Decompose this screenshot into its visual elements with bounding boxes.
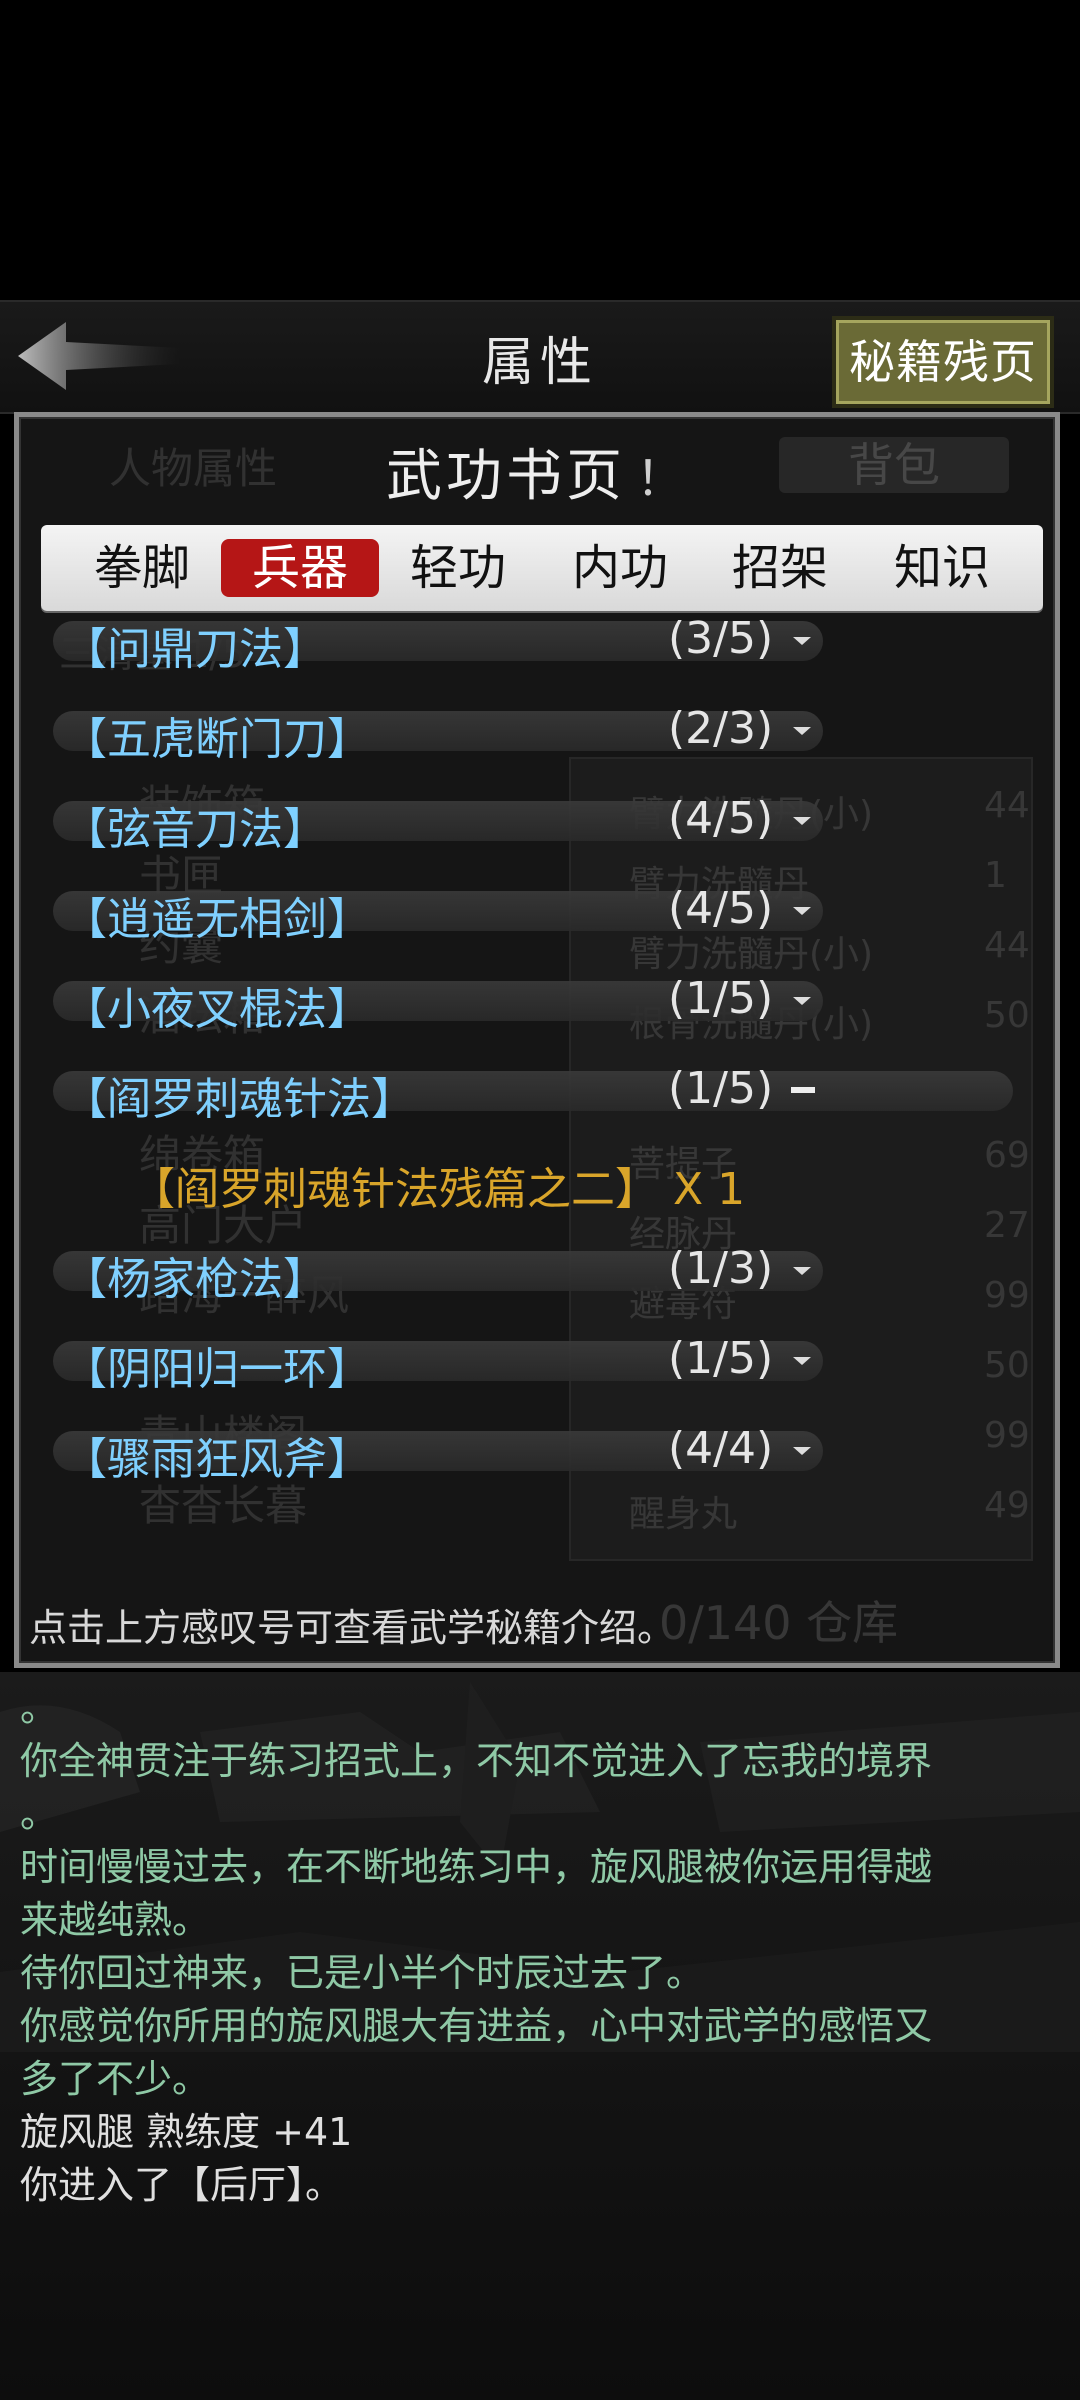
- tab-inner[interactable]: 内功: [541, 539, 699, 597]
- bg-inv-count: 27: [984, 1205, 1030, 1246]
- bg-inv-count: 69: [984, 1135, 1030, 1176]
- chevron-down-icon: [793, 727, 811, 735]
- log-line: 你进入了【后厅】。: [20, 2163, 344, 2207]
- entry-count: (1/5): [668, 1333, 774, 1384]
- log-line: 旋风腿 熟练度 +41: [20, 2110, 353, 2154]
- entry-name: 【五虎断门刀】: [63, 714, 371, 765]
- info-exclamation-icon[interactable]: ！: [636, 451, 688, 507]
- message-log[interactable]: 。 你全神贯注于练习招式上，不知不觉进入了忘我的境界 。 时间慢慢过去，在不断地…: [0, 1672, 1080, 2400]
- entry-count: (4/5): [668, 793, 774, 844]
- entry-name: 【小夜叉棍法】: [63, 984, 371, 1035]
- skill-entry[interactable]: 【阴阳归一环】 (1/5): [53, 1331, 1033, 1395]
- skill-entry[interactable]: 【小夜叉棍法】 (1/5): [53, 971, 1033, 1035]
- skill-pages-panel: 人物属性 背包 三清墓 1/5 装饰箱 书匣 约囊 酒坛箱 绵卷箱 高门大户 踏…: [14, 412, 1060, 1668]
- dialog-title: 武功书页！: [19, 431, 1055, 512]
- entry-count: (1/5): [668, 973, 774, 1024]
- entry-count: (1/3): [668, 1243, 774, 1294]
- log-line: 。: [20, 1792, 59, 1836]
- game-screen: 属性 秘籍残页 人物属性 背包 三清墓 1/5 装饰箱 书匣 约囊 酒坛箱 绵卷…: [0, 0, 1080, 2400]
- top-bar: 属性 秘籍残页: [0, 300, 1080, 414]
- entry-count: (1/5): [668, 1063, 774, 1114]
- bg-storage-count: 0/140 仓库: [659, 1596, 899, 1650]
- entry-count: (2/3): [668, 703, 774, 754]
- bg-inv-count: 49: [984, 1485, 1030, 1526]
- collapse-icon: [791, 1087, 815, 1093]
- bg-inv-name: 醒身丸: [629, 1494, 738, 1535]
- chevron-down-icon: [793, 1357, 811, 1365]
- log-line: 多了不少。: [20, 2057, 211, 2101]
- chevron-down-icon: [793, 997, 811, 1005]
- tab-lightness[interactable]: 轻功: [379, 539, 537, 597]
- dialog-title-text: 武功书页: [385, 444, 626, 509]
- category-tabs: 拳脚 兵器 轻功 内功 招架 知识: [41, 525, 1043, 611]
- entry-name: 【杨家枪法】: [63, 1254, 327, 1305]
- skill-entry[interactable]: 【杨家枪法】 (1/3): [53, 1241, 1033, 1305]
- fragment-entry[interactable]: 【阎罗刺魂针法残篇之二】 X 1: [131, 1153, 745, 1217]
- skill-entry[interactable]: 【逍遥无相剑】 (4/5): [53, 881, 1033, 945]
- log-lines: 。 你全神贯注于练习招式上，不知不觉进入了忘我的境界 。 时间慢慢过去，在不断地…: [20, 1682, 1065, 2212]
- tab-fist[interactable]: 拳脚: [63, 539, 221, 597]
- entry-count: (4/4): [668, 1423, 774, 1474]
- tab-knowledge[interactable]: 知识: [863, 539, 1021, 597]
- skill-entry-expanded[interactable]: 【阎罗刺魂针法】 (1/5): [53, 1061, 1033, 1125]
- chevron-down-icon: [793, 817, 811, 825]
- entry-name: 【弦音刀法】: [63, 804, 327, 855]
- entry-name: 【问鼎刀法】: [63, 624, 327, 675]
- secret-pages-button[interactable]: 秘籍残页: [832, 316, 1054, 408]
- skill-entry[interactable]: 【骤雨狂风斧】 (4/4): [53, 1421, 1033, 1485]
- entry-name: 【骤雨狂风斧】: [63, 1434, 371, 1485]
- log-line: 你全神贯注于练习招式上，不知不觉进入了忘我的境界: [20, 1739, 933, 1783]
- entry-count: (4/5): [668, 883, 774, 934]
- log-line: 时间慢慢过去，在不断地练习中，旋风腿被你运用得越: [20, 1845, 933, 1889]
- chevron-down-icon: [793, 1447, 811, 1455]
- chevron-down-icon: [793, 637, 811, 645]
- skill-entry[interactable]: 【五虎断门刀】 (2/3): [53, 701, 1033, 765]
- tab-parry[interactable]: 招架: [701, 539, 859, 597]
- skill-entry[interactable]: 【问鼎刀法】 (3/5): [53, 611, 1033, 675]
- entry-name: 【逍遥无相剑】: [63, 894, 371, 945]
- log-line: 。: [20, 1686, 59, 1730]
- log-line: 来越纯熟。: [20, 1898, 211, 1942]
- log-line: 你感觉你所用的旋风腿大有进益，心中对武学的感悟又: [20, 2004, 933, 2048]
- log-line: 待你回过神来，已是小半个时辰过去了。: [20, 1951, 705, 1995]
- tab-weapon[interactable]: 兵器: [221, 539, 379, 597]
- skill-entry[interactable]: 【弦音刀法】 (4/5): [53, 791, 1033, 855]
- chevron-down-icon: [793, 907, 811, 915]
- hint-text: 点击上方感叹号可查看武学秘籍介绍。: [29, 1606, 676, 1650]
- entry-name: 【阴阳归一环】: [63, 1344, 371, 1395]
- entry-name: 【阎罗刺魂针法】: [63, 1074, 415, 1125]
- chevron-down-icon: [793, 1267, 811, 1275]
- entry-count: (3/5): [668, 613, 774, 664]
